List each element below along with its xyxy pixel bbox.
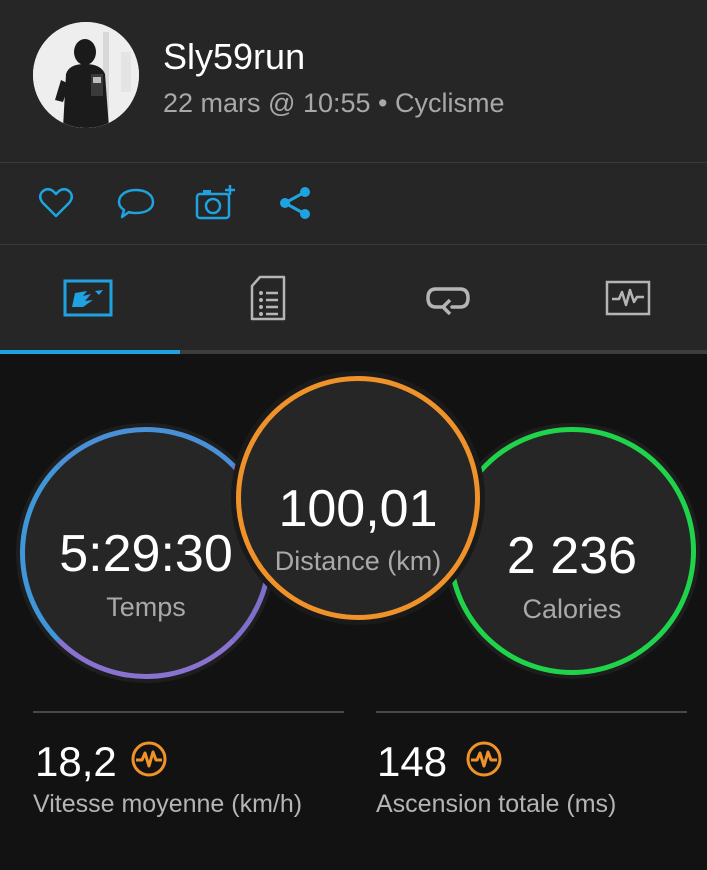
performance-icon[interactable]: [465, 740, 503, 778]
time-label: Temps: [106, 592, 186, 622]
heart-icon: [39, 188, 73, 218]
avatar[interactable]: [33, 22, 139, 128]
total-ascent-label: Ascension totale (ms): [376, 790, 617, 818]
performance-icon[interactable]: [130, 740, 168, 778]
details-list-icon: [250, 275, 286, 321]
username[interactable]: Sly59run: [163, 36, 305, 78]
comment-icon: [117, 188, 155, 219]
total-ascent-value: 148: [377, 738, 448, 785]
time-summary-circle: 5:29:30 Temps: [20, 427, 272, 679]
tab-laps[interactable]: [360, 245, 536, 351]
activity-date-type: 22 mars @ 10:55 • Cyclisme: [163, 88, 505, 118]
overview-map-icon: [63, 279, 113, 317]
distance-value: 100,01: [278, 480, 438, 538]
tab-bar: [0, 245, 707, 351]
time-value: 5:29:30: [59, 525, 233, 583]
charts-icon: [605, 280, 651, 316]
action-bar: [0, 163, 707, 244]
add-photo-icon: [195, 185, 235, 220]
tab-details[interactable]: [180, 245, 356, 351]
tab-overview[interactable]: [0, 245, 176, 351]
share-button[interactable]: [276, 183, 316, 223]
like-button[interactable]: [36, 183, 76, 223]
distance-label: Distance (km): [274, 546, 442, 576]
stat-divider: [33, 711, 344, 713]
comment-button[interactable]: [116, 183, 156, 223]
tab-active-indicator: [0, 350, 180, 354]
add-photo-button[interactable]: [195, 183, 235, 223]
stat-divider: [376, 711, 687, 713]
share-icon: [280, 187, 310, 219]
calories-value: 2 236: [506, 527, 638, 585]
average-speed-value: 18,2: [35, 738, 117, 785]
laps-icon: [426, 287, 470, 315]
calories-summary-circle: 2 236 Calories: [448, 427, 696, 675]
activity-header: Sly59run 22 mars @ 10:55 • Cyclisme: [0, 0, 707, 162]
distance-summary-circle: 100,01 Distance (km): [236, 376, 480, 620]
tab-charts[interactable]: [540, 245, 707, 351]
avatar-photo: [33, 22, 139, 128]
calories-label: Calories: [522, 594, 622, 624]
average-speed-label: Vitesse moyenne (km/h): [33, 790, 303, 818]
